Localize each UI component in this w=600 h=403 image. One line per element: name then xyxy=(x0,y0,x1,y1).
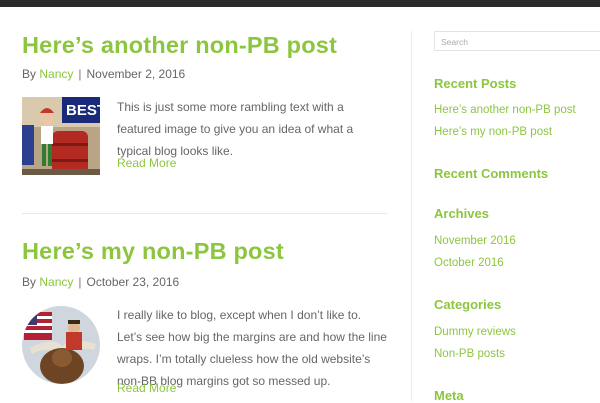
post-meta-2: By Nancy | October 23, 2016 xyxy=(22,276,179,288)
recent-comments-heading: Recent Comments xyxy=(434,166,549,181)
post-meta-1: By Nancy | November 2, 2016 xyxy=(22,68,185,80)
category-link-dummy-reviews[interactable]: Dummy reviews xyxy=(434,326,516,339)
search-input[interactable] xyxy=(435,33,600,51)
post-thumbnail-1[interactable]: BEST xyxy=(22,97,100,175)
meta-separator: | xyxy=(78,275,82,289)
meta-heading: Meta xyxy=(434,388,464,403)
post-author-link[interactable]: Nancy xyxy=(39,67,73,81)
featured-image-kid-with-barrel: BEST xyxy=(22,97,100,175)
recent-post-link-1[interactable]: Here’s another non-PB post xyxy=(434,104,576,117)
read-more-link-2[interactable]: Read More xyxy=(117,382,176,394)
recent-post-link-2[interactable]: Here’s my non-PB post xyxy=(434,126,552,139)
post-by-label: By xyxy=(22,67,37,81)
search-box xyxy=(434,31,600,51)
post-date: November 2, 2016 xyxy=(86,67,186,81)
recent-posts-heading: Recent Posts xyxy=(434,76,517,91)
post-by-label: By xyxy=(22,275,37,289)
post-title-1[interactable]: Here’s another non-PB post xyxy=(22,33,337,58)
thumb-sign-text: BEST xyxy=(66,102,100,119)
sidebar-divider xyxy=(411,31,412,401)
post-divider xyxy=(22,213,387,214)
post-author-link[interactable]: Nancy xyxy=(39,275,73,289)
post-excerpt-2: I really like to blog, except when I don… xyxy=(117,308,387,388)
post-excerpt-1: This is just some more rambling text wit… xyxy=(117,100,354,158)
sidebar: Recent Posts Here’s another non-PB post … xyxy=(434,0,600,403)
categories-heading: Categories xyxy=(434,297,502,312)
meta-separator: | xyxy=(78,67,82,81)
post-thumbnail-2[interactable] xyxy=(22,306,100,384)
archives-heading: Archives xyxy=(434,206,489,221)
featured-image-longhorn-flag xyxy=(22,306,100,384)
post-date: October 23, 2016 xyxy=(86,275,180,289)
read-more-link-1[interactable]: Read More xyxy=(117,157,176,169)
category-link-non-pb-posts[interactable]: Non-PB posts xyxy=(434,348,505,361)
main-content: Here’s another non-PB post By Nancy | Nove… xyxy=(22,0,392,401)
archive-link-november-2016[interactable]: November 2016 xyxy=(434,235,516,248)
archive-link-october-2016[interactable]: October 2016 xyxy=(434,257,504,270)
post-title-2[interactable]: Here’s my non-PB post xyxy=(22,239,284,264)
